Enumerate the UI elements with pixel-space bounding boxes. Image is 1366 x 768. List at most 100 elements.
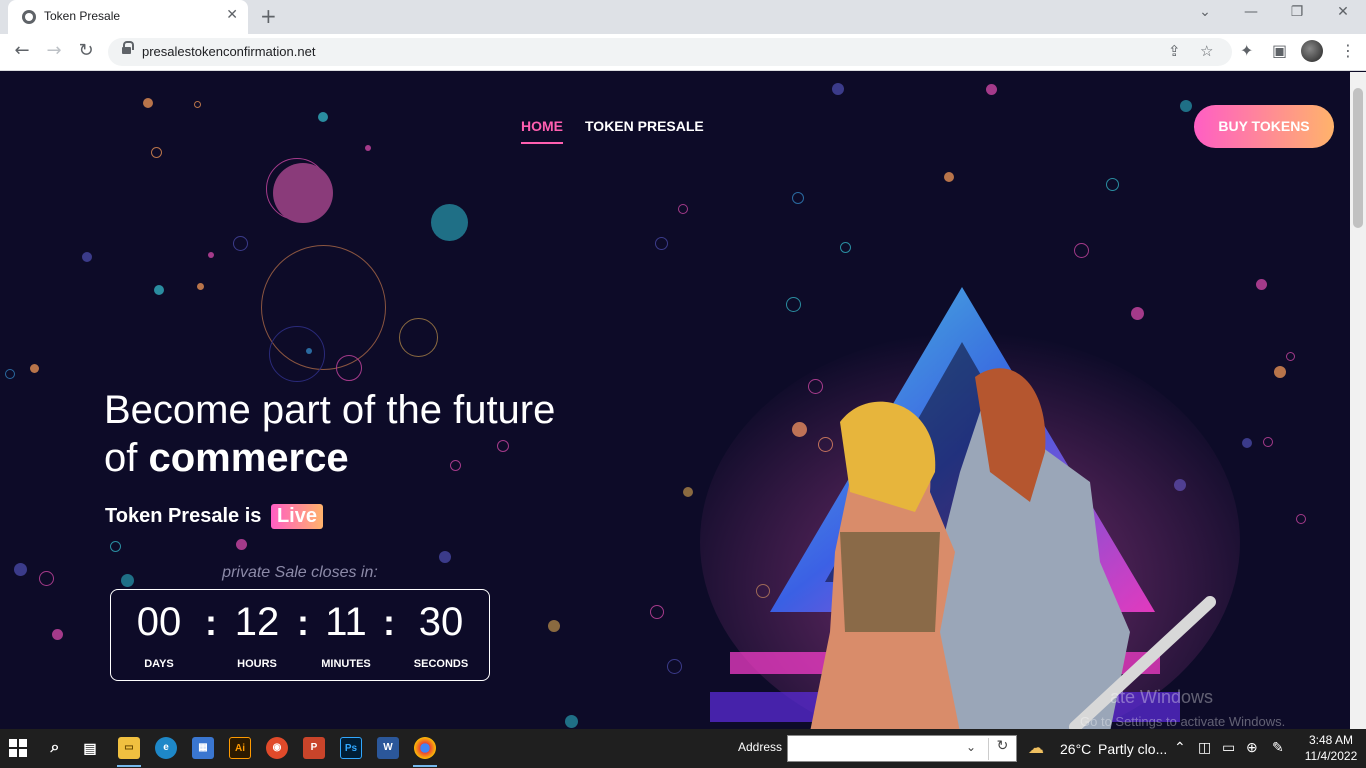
close-tab-icon[interactable]: ✕ — [226, 7, 238, 23]
particle — [667, 659, 682, 674]
particle — [82, 252, 92, 262]
particle — [650, 605, 664, 619]
network-globe-icon[interactable]: ⊕ — [1246, 739, 1258, 756]
address-toolbar-label: Address — [738, 740, 783, 754]
weather-description[interactable]: Partly clo... — [1098, 741, 1167, 757]
profile-avatar[interactable] — [1301, 40, 1323, 62]
nav-token-presale-link[interactable]: TOKEN PRESALE — [585, 118, 704, 134]
particle — [565, 715, 578, 728]
globe-icon — [22, 10, 36, 24]
browser-tab[interactable]: Token Presale ✕ — [8, 0, 248, 34]
word-icon[interactable]: W — [377, 737, 399, 759]
countdown-hours-label: HOURS — [237, 658, 277, 670]
particle — [1256, 279, 1267, 290]
clock-time: 3:48 AM — [1308, 733, 1354, 747]
particle — [39, 571, 54, 586]
search-icon[interactable]: ⌕ — [44, 737, 66, 759]
address-toolbar-input[interactable]: ⌄ ↻ — [787, 735, 1017, 762]
active-app-indicator — [117, 765, 141, 767]
clock-date: 11/4/2022 — [1304, 749, 1358, 763]
pen-icon[interactable]: ✎ — [1272, 739, 1284, 756]
illustrator-icon[interactable]: Ai — [229, 737, 251, 759]
side-panel-icon[interactable]: ▣ — [1272, 41, 1287, 60]
particle — [208, 252, 214, 258]
live-badge: Live — [270, 504, 323, 529]
refresh-icon[interactable]: ↻ — [988, 738, 1016, 760]
file-explorer-icon[interactable]: ▭ — [118, 737, 140, 759]
particle — [1296, 514, 1306, 524]
particle — [399, 318, 438, 357]
activate-windows-title: ate Windows — [1110, 687, 1214, 707]
particle — [143, 98, 153, 108]
url-text[interactable]: presalestokenconfirmation.net — [142, 44, 315, 59]
particle — [197, 283, 204, 290]
particle — [431, 204, 468, 241]
page-scrollbar[interactable] — [1350, 72, 1366, 729]
tab-search-icon[interactable]: ⌄ — [1190, 4, 1220, 20]
scrollbar-thumb[interactable] — [1353, 88, 1363, 228]
particle — [1274, 366, 1286, 378]
extensions-icon[interactable]: ✦ — [1240, 41, 1253, 60]
particle — [792, 192, 804, 204]
particle — [52, 629, 63, 640]
address-bar[interactable]: presalestokenconfirmation.net ⇪ ☆ — [108, 38, 1232, 66]
share-icon[interactable]: ⇪ — [1168, 42, 1181, 60]
presale-status: Token Presale is Live — [105, 504, 323, 529]
chrome-icon-alt[interactable]: ◉ — [266, 737, 288, 759]
minimize-icon[interactable]: — — [1236, 4, 1266, 20]
new-tab-icon[interactable]: + — [260, 4, 277, 28]
particle — [1106, 178, 1119, 191]
chevron-up-icon[interactable]: ⌃ — [1174, 739, 1186, 756]
particle — [233, 236, 248, 251]
menu-icon[interactable]: ⋮ — [1340, 41, 1356, 60]
forward-icon[interactable]: → — [42, 40, 66, 61]
active-app-indicator — [413, 765, 437, 767]
particle — [1286, 352, 1295, 361]
particle — [151, 147, 162, 158]
buy-tokens-button[interactable]: BUY TOKENS — [1194, 105, 1334, 148]
windows-start-icon[interactable] — [9, 739, 27, 757]
particle — [832, 83, 844, 95]
chevron-down-icon[interactable]: ⌄ — [966, 740, 976, 754]
weather-temperature[interactable]: 26°C — [1060, 741, 1091, 757]
particle — [110, 541, 121, 552]
particle — [439, 551, 451, 563]
headline-of: of — [104, 436, 138, 480]
countdown-seconds: 30 — [418, 600, 464, 644]
countdown-days-label: DAYS — [144, 658, 174, 670]
reload-icon[interactable]: ↻ — [74, 40, 98, 61]
photoshop-icon[interactable]: Ps — [340, 737, 362, 759]
windows-taskbar: ⌕ ▤ ▭ e ▦ Ai ◉ P Ps W Address ⌄ ↻ ☁ 26°C… — [0, 729, 1366, 768]
countdown-hours: 12 — [234, 600, 280, 644]
countdown-minutes-label: MINUTES — [321, 658, 371, 670]
particle — [273, 163, 333, 223]
particle — [678, 204, 688, 214]
particle — [336, 355, 362, 381]
lock-icon[interactable] — [122, 41, 134, 56]
edge-icon[interactable]: e — [155, 737, 177, 759]
particle — [236, 539, 247, 550]
bookmark-star-icon[interactable]: ☆ — [1200, 42, 1213, 60]
countdown-minutes: 11 — [325, 600, 367, 644]
restore-icon[interactable]: ❐ — [1282, 4, 1312, 20]
particle — [1180, 100, 1192, 112]
task-view-icon[interactable]: ▤ — [79, 737, 101, 759]
back-icon[interactable]: ← — [10, 40, 34, 61]
powerpoint-icon[interactable]: P — [303, 737, 325, 759]
close-window-icon[interactable]: ✕ — [1328, 4, 1358, 20]
tray-app-icon[interactable]: ◫ — [1198, 739, 1211, 756]
store-icon[interactable]: ▦ — [192, 737, 214, 759]
system-clock[interactable]: 3:48 AM 11/4/2022 — [1300, 732, 1362, 764]
particle — [986, 84, 997, 95]
particle — [194, 101, 201, 108]
countdown-separator: : — [383, 602, 395, 643]
countdown-separator: : — [205, 602, 217, 643]
tab-title: Token Presale — [44, 9, 121, 23]
nav-home-link[interactable]: HOME — [521, 118, 563, 144]
weather-icon[interactable]: ☁ — [1028, 738, 1044, 758]
female-character-outfit — [840, 532, 940, 632]
battery-icon[interactable]: ▭ — [1222, 739, 1235, 756]
chrome-icon[interactable] — [414, 737, 436, 759]
particle — [365, 145, 371, 151]
particle — [840, 242, 851, 253]
